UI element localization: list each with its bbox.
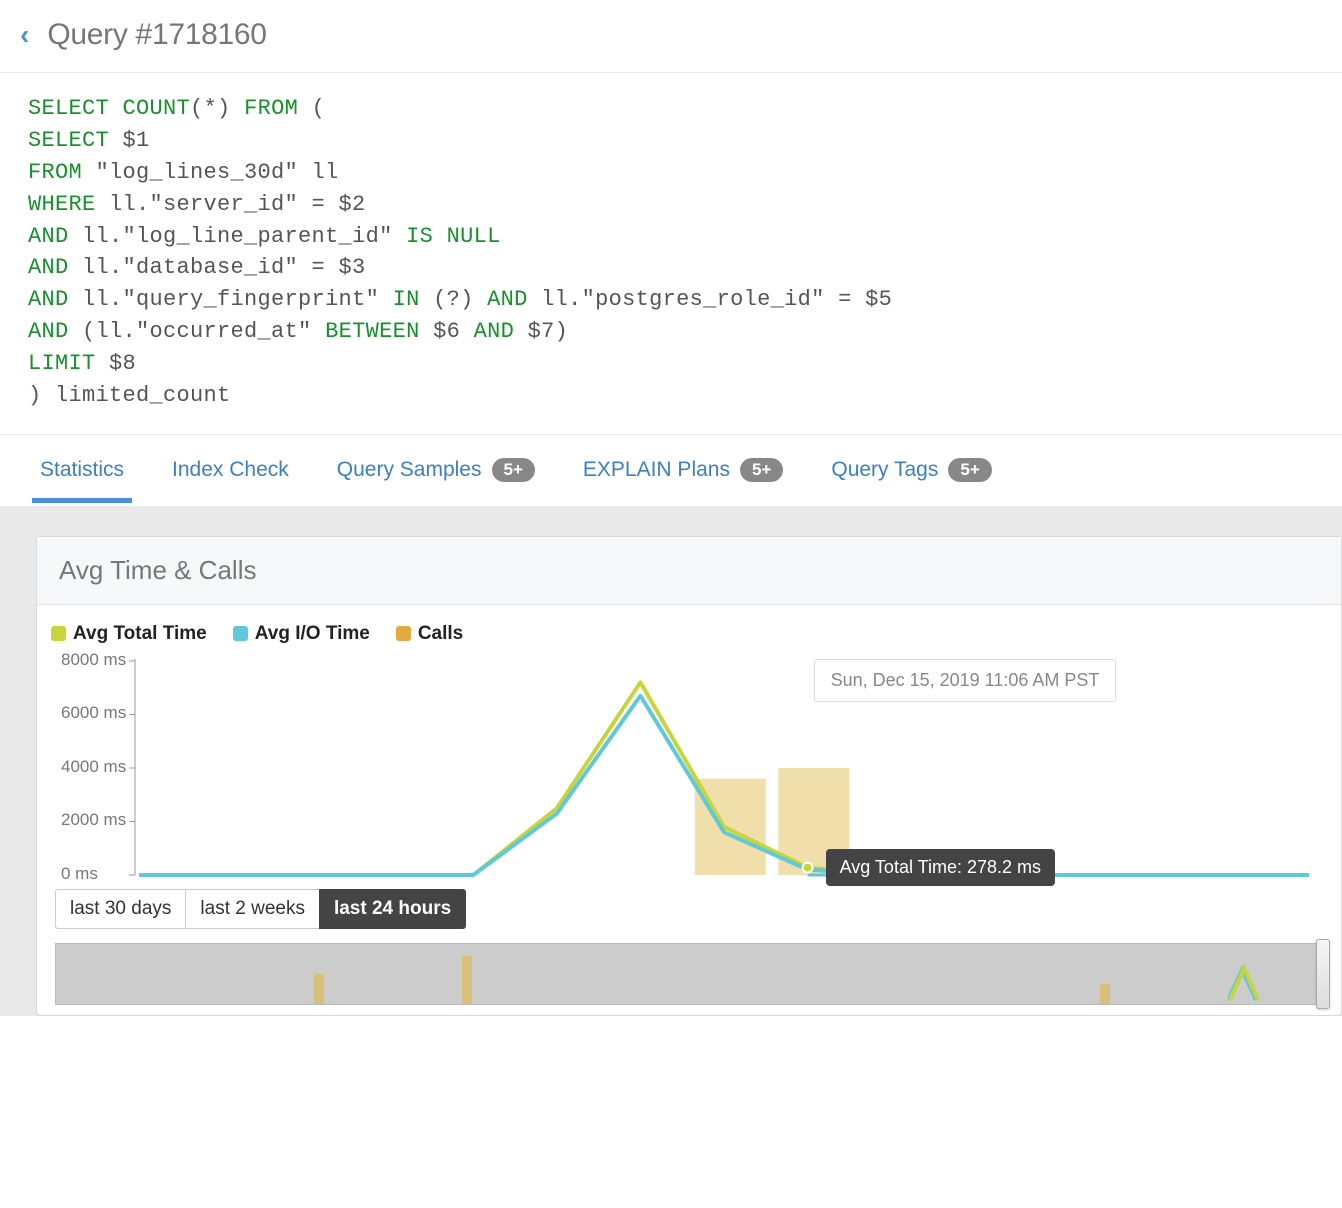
tooltip-timestamp: Sun, Dec 15, 2019 11:06 AM PST xyxy=(814,659,1117,702)
tab-explain-plans[interactable]: EXPLAIN Plans 5+ xyxy=(583,438,783,502)
tab-label: Index Check xyxy=(172,458,289,482)
tooltip-value: Avg Total Time: 278.2 ms xyxy=(826,849,1055,886)
time-range-last-30-days[interactable]: last 30 days xyxy=(55,889,186,929)
card-body: Avg Total Time Avg I/O Time Calls 0 ms 2000… xyxy=(37,605,1341,1015)
tab-index-check[interactable]: Index Check xyxy=(172,438,289,502)
page-header: ‹ Query #1718160 xyxy=(0,0,1342,73)
sql-query: SELECT COUNT(*) FROM (SELECT $1FROM "log… xyxy=(0,73,1342,434)
chart-card: Avg Time & Calls Avg Total Time Avg I/O T… xyxy=(36,536,1342,1016)
time-range-last-2-weeks[interactable]: last 2 weeks xyxy=(185,889,320,929)
tab-label: Query Tags xyxy=(831,458,938,482)
tab-bar: StatisticsIndex CheckQuery Samples5+EXPL… xyxy=(0,434,1342,506)
legend-label: Avg Total Time xyxy=(73,623,207,645)
y-tick-label: 6000 ms xyxy=(61,703,126,723)
card-title: Avg Time & Calls xyxy=(37,537,1341,605)
content-area: Avg Time & Calls Avg Total Time Avg I/O T… xyxy=(0,506,1342,1016)
legend-swatch xyxy=(233,626,248,641)
legend-item[interactable]: Avg Total Time xyxy=(51,623,207,645)
overview-bar xyxy=(1100,984,1110,1004)
tab-label: Statistics xyxy=(40,458,124,482)
count-badge: 5+ xyxy=(492,458,535,482)
tab-label: Query Samples xyxy=(337,458,482,482)
y-tick-label: 0 ms xyxy=(61,864,98,884)
tab-query-samples[interactable]: Query Samples 5+ xyxy=(337,438,535,502)
time-range-selector: last 30 dayslast 2 weekslast 24 hours xyxy=(55,889,1329,929)
count-badge: 5+ xyxy=(948,458,991,482)
legend-swatch xyxy=(396,626,411,641)
back-icon[interactable]: ‹ xyxy=(20,19,29,51)
legend-label: Avg I/O Time xyxy=(255,623,370,645)
legend-swatch xyxy=(51,626,66,641)
time-range-last-24-hours[interactable]: last 24 hours xyxy=(319,889,466,929)
chart[interactable]: 0 ms2000 ms4000 ms6000 ms8000 msSun, Dec… xyxy=(49,655,1329,885)
page-title: Query #1718160 xyxy=(47,18,266,52)
overview-bar xyxy=(314,974,324,1004)
y-tick-label: 2000 ms xyxy=(61,810,126,830)
legend-label: Calls xyxy=(418,623,463,645)
count-badge: 5+ xyxy=(740,458,783,482)
chart-legend: Avg Total Time Avg I/O Time Calls xyxy=(49,623,1329,645)
legend-item[interactable]: Calls xyxy=(396,623,463,645)
tab-label: EXPLAIN Plans xyxy=(583,458,730,482)
y-tick-label: 8000 ms xyxy=(61,650,126,670)
legend-item[interactable]: Avg I/O Time xyxy=(233,623,370,645)
range-handle-right[interactable] xyxy=(1316,939,1330,1009)
overview-strip[interactable] xyxy=(55,943,1329,1005)
overview-bar xyxy=(462,956,472,1004)
tab-query-tags[interactable]: Query Tags 5+ xyxy=(831,438,991,502)
y-tick-label: 4000 ms xyxy=(61,757,126,777)
tab-statistics[interactable]: Statistics xyxy=(40,438,124,502)
